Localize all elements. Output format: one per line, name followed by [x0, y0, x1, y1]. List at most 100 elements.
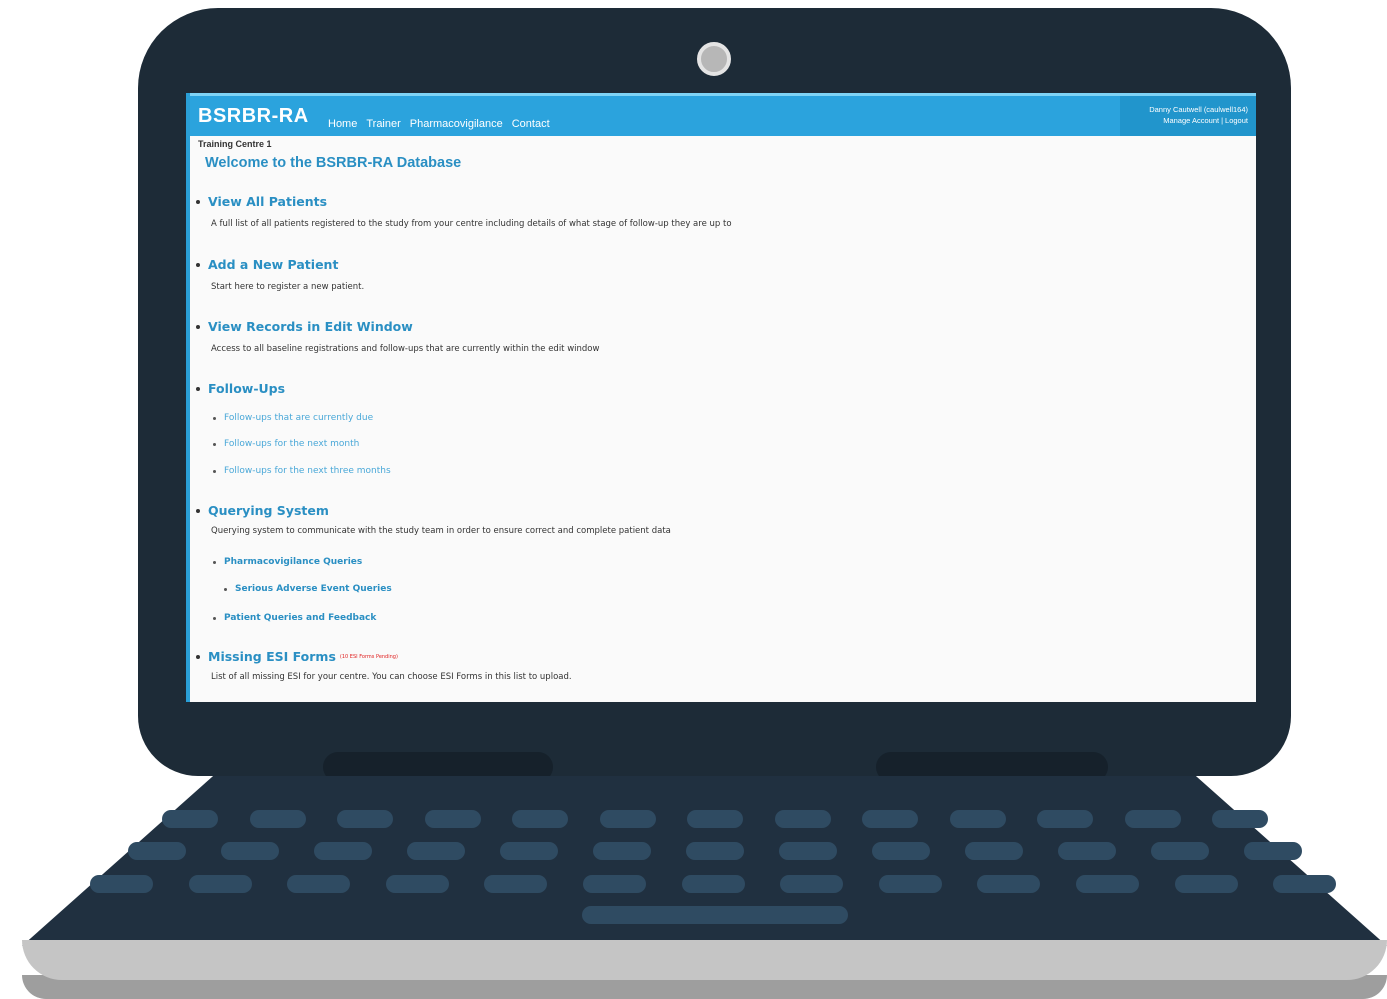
- nav-trainer[interactable]: Trainer: [366, 118, 400, 130]
- sae-queries-link[interactable]: Serious Adverse Event Queries: [224, 584, 392, 594]
- edit-window-link[interactable]: View Records in Edit Window: [208, 319, 413, 334]
- nav-pharmacovigilance[interactable]: Pharmacovigilance: [410, 118, 503, 130]
- keyboard-key: [878, 875, 942, 893]
- centre-label: Training Centre 1: [198, 139, 272, 149]
- follow-up-link-next-month[interactable]: Follow-ups for the next month: [213, 439, 359, 449]
- bullet: [213, 442, 216, 446]
- keyboard-key: [512, 810, 568, 828]
- bullet: [196, 386, 200, 391]
- follow-ups-heading[interactable]: Follow-Ups: [208, 381, 285, 396]
- keyboard-key: [965, 842, 1023, 860]
- user-name: Danny Cautwell (caulwell164): [1149, 105, 1248, 114]
- keyboard-key: [500, 842, 558, 860]
- bullet: [213, 416, 216, 420]
- top-navbar: BSRBR-RA Home Trainer Pharmacovigilance …: [190, 93, 1256, 136]
- section-view-all: View All Patients A full list of all pat…: [196, 194, 732, 229]
- bullet: [196, 508, 200, 513]
- keyboard-key: [128, 842, 186, 860]
- keyboard-key: [424, 810, 481, 828]
- view-all-patients-link[interactable]: View All Patients: [208, 194, 327, 209]
- link-text[interactable]: Pharmacovigilance Queries: [224, 557, 362, 567]
- bullet: [213, 616, 216, 620]
- bullet: [213, 469, 216, 473]
- section-querying: Querying System Querying system to commu…: [196, 503, 671, 536]
- laptop-base: [22, 940, 1387, 980]
- keyboard-key: [90, 875, 153, 893]
- spacebar-key: [582, 906, 848, 924]
- link-text[interactable]: Follow-ups for the next month: [224, 439, 359, 449]
- section-edit-window: View Records in Edit Window Access to al…: [196, 319, 599, 354]
- keyboard-key: [249, 810, 306, 828]
- keyboard-key: [780, 875, 844, 893]
- manage-account-link[interactable]: Manage Account: [1163, 116, 1219, 125]
- keyboard-key: [337, 810, 393, 828]
- keyboard-key: [221, 842, 279, 860]
- view-all-desc: A full list of all patients registered t…: [211, 219, 732, 229]
- bullet: [213, 560, 216, 564]
- querying-desc: Querying system to communicate with the …: [211, 526, 671, 536]
- keyboard-key: [484, 875, 548, 893]
- main-content: Training Centre 1 Welcome to the BSRBR-R…: [198, 139, 1246, 171]
- link-text[interactable]: Serious Adverse Event Queries: [235, 584, 392, 594]
- keyboard-key: [1124, 810, 1181, 828]
- bullet: [224, 587, 227, 591]
- keyboard-key: [862, 810, 918, 828]
- nav-home[interactable]: Home: [328, 118, 357, 130]
- webcam-icon: [697, 42, 731, 76]
- section-follow-ups: Follow-Ups: [196, 381, 285, 396]
- link-text[interactable]: Follow-ups for the next three months: [224, 466, 391, 476]
- brand-logo[interactable]: BSRBR-RA: [198, 105, 309, 128]
- keyboard-key: [872, 842, 930, 860]
- keyboard-key: [287, 875, 351, 893]
- section-missing-esi: Missing ESI Forms (10 ESI Forms Pending)…: [196, 649, 572, 682]
- keyboard-key: [1058, 842, 1116, 860]
- link-text[interactable]: Follow-ups that are currently due: [224, 413, 373, 423]
- keyboard-key: [686, 842, 744, 860]
- keyboard-key: [681, 875, 745, 893]
- keyboard-key: [593, 842, 651, 860]
- edit-window-desc: Access to all baseline registrations and…: [211, 344, 600, 354]
- keyboard-key: [1273, 875, 1337, 893]
- keyboard-key: [774, 810, 831, 828]
- keyboard-key: [407, 842, 465, 860]
- account-separator: |: [1221, 116, 1224, 125]
- follow-up-link-due[interactable]: Follow-ups that are currently due: [213, 413, 373, 423]
- missing-esi-desc: List of all missing ESI for your centre.…: [211, 672, 572, 682]
- main-nav: Home Trainer Pharmacovigilance Contact: [328, 118, 550, 130]
- bullet: [196, 262, 200, 267]
- keyboard-key: [1174, 875, 1238, 893]
- app-screen: BSRBR-RA Home Trainer Pharmacovigilance …: [186, 93, 1256, 702]
- section-add-new: Add a New Patient Start here to register…: [196, 257, 364, 292]
- keyboard-key: [949, 810, 1006, 828]
- account-panel: Danny Cautwell (caulwell164) Manage Acco…: [1120, 96, 1256, 136]
- keyboard-key: [1076, 875, 1139, 893]
- keyboard-key: [583, 875, 646, 893]
- bullet: [196, 324, 200, 329]
- missing-esi-link[interactable]: Missing ESI Forms: [208, 649, 336, 664]
- nav-contact[interactable]: Contact: [512, 118, 550, 130]
- keyboard-key: [779, 842, 837, 860]
- link-text[interactable]: Patient Queries and Feedback: [224, 613, 376, 623]
- keyboard-key: [162, 810, 218, 828]
- add-new-patient-link[interactable]: Add a New Patient: [208, 257, 338, 272]
- keyboard-key: [1212, 810, 1268, 828]
- keyboard-key: [599, 810, 656, 828]
- querying-system-heading[interactable]: Querying System: [208, 503, 329, 518]
- keyboard-key: [1244, 842, 1302, 860]
- patient-queries-link[interactable]: Patient Queries and Feedback: [213, 613, 376, 623]
- add-new-desc: Start here to register a new patient.: [211, 282, 365, 292]
- keyboard-key: [687, 810, 743, 828]
- keyboard-key: [314, 842, 372, 860]
- keyboard-key: [1037, 810, 1093, 828]
- bullet: [196, 654, 200, 659]
- keyboard-key: [385, 875, 449, 893]
- follow-up-link-three-months[interactable]: Follow-ups for the next three months: [213, 466, 391, 476]
- logout-link[interactable]: Logout: [1225, 116, 1248, 125]
- pharma-queries-link[interactable]: Pharmacovigilance Queries: [213, 557, 362, 567]
- page-title: Welcome to the BSRBR-RA Database: [205, 155, 462, 171]
- keyboard-key: [188, 875, 252, 893]
- pending-badge: (10 ESI Forms Pending): [339, 653, 398, 660]
- keyboard-key: [977, 875, 1041, 893]
- keyboard-key: [1151, 842, 1209, 860]
- bullet: [196, 199, 200, 204]
